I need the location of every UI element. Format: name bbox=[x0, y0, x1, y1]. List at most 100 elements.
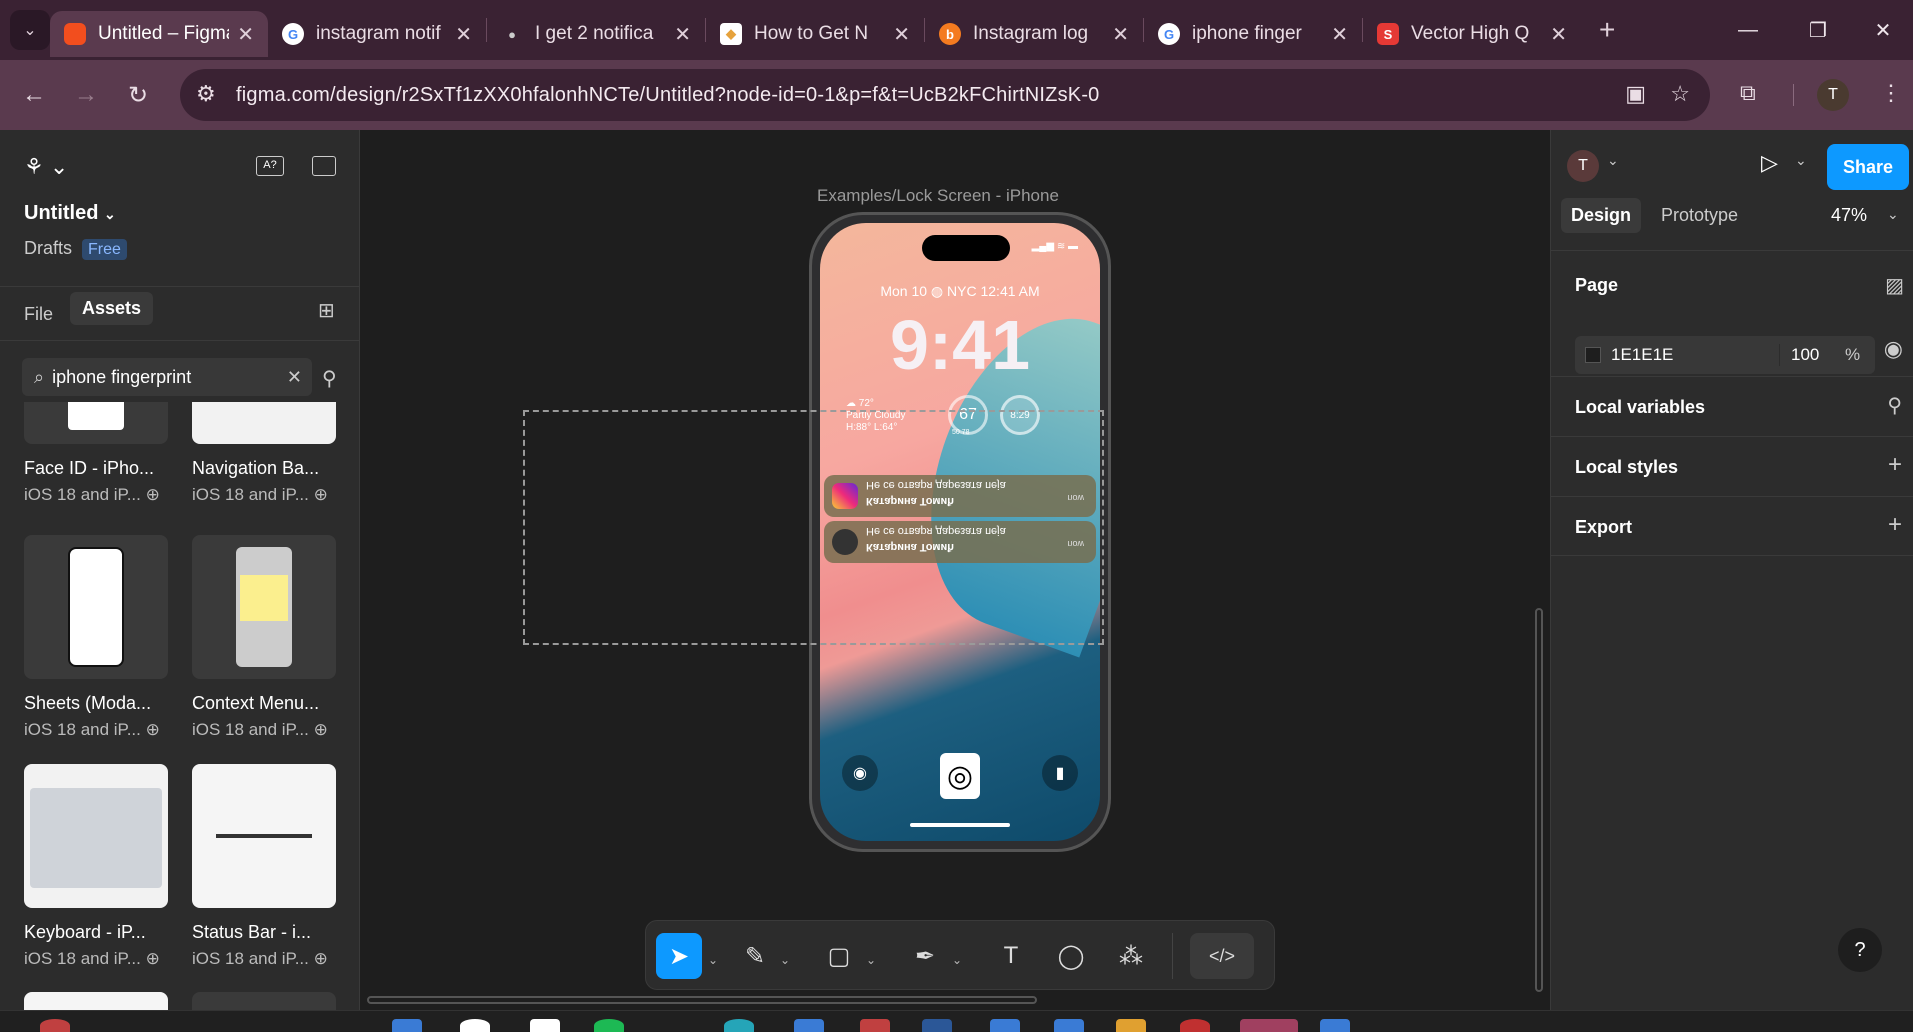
close-window-button[interactable]: ✕ bbox=[1853, 0, 1913, 60]
chevron-down-icon[interactable]: ⌄ bbox=[952, 953, 962, 967]
restore-button[interactable]: ❐ bbox=[1783, 0, 1853, 60]
tab-design[interactable]: Design bbox=[1561, 198, 1642, 233]
page-color-hex[interactable]: 1E1E1E bbox=[1611, 345, 1673, 365]
back-button[interactable]: ← bbox=[8, 81, 60, 109]
vector-pen-icon[interactable]: ✒ bbox=[902, 933, 948, 979]
tab-file[interactable]: File bbox=[24, 298, 53, 331]
present-play-icon[interactable]: ▷ bbox=[1761, 150, 1778, 176]
chrome-icon[interactable] bbox=[1180, 1019, 1210, 1032]
profile-avatar[interactable]: T bbox=[1817, 79, 1849, 111]
reload-button[interactable]: ↻ bbox=[112, 81, 164, 110]
close-icon[interactable]: ✕ bbox=[1112, 22, 1129, 47]
asset-face-id[interactable]: Face ID - iPho... iOS 18 and iP... ⊕ bbox=[24, 402, 168, 505]
asset-next-thumbnail[interactable] bbox=[192, 992, 336, 1010]
share-button[interactable]: Share bbox=[1827, 144, 1909, 190]
text-tool-icon[interactable]: T bbox=[988, 933, 1034, 979]
chevron-down-icon[interactable]: ⌄ bbox=[1607, 152, 1619, 169]
chevron-down-icon[interactable]: ⌄ bbox=[1887, 206, 1899, 223]
visibility-eye-icon[interactable]: ◉ bbox=[1884, 336, 1903, 362]
zoom-level[interactable]: 47% bbox=[1831, 205, 1867, 226]
horizontal-scrollbar[interactable] bbox=[367, 996, 1037, 1004]
taskbar-app-icon[interactable] bbox=[860, 1019, 890, 1032]
user-avatar[interactable]: T bbox=[1567, 150, 1599, 182]
move-tool-icon[interactable]: ➤ bbox=[656, 933, 702, 979]
dev-mode-icon[interactable]: </> bbox=[1190, 933, 1254, 979]
chevron-down-icon[interactable]: ⌄ bbox=[708, 953, 718, 967]
page-opacity[interactable]: 100 bbox=[1791, 345, 1819, 365]
asset-next-thumbnail[interactable] bbox=[24, 992, 168, 1010]
selection-placeholder[interactable] bbox=[523, 410, 1104, 645]
rectangle-tool-icon[interactable]: ▢ bbox=[816, 933, 862, 979]
tab-instagram-notif[interactable]: G instagram notif ✕ bbox=[268, 11, 486, 57]
taskbar-app-icon[interactable] bbox=[40, 1019, 70, 1032]
library-book-icon[interactable]: ⊞ bbox=[318, 298, 335, 323]
taskbar-app-icon[interactable] bbox=[990, 1019, 1020, 1032]
chevron-down-icon[interactable]: ⌄ bbox=[780, 953, 790, 967]
taskbar-active-app-icon[interactable] bbox=[1240, 1019, 1298, 1032]
design-canvas[interactable]: Examples/Lock Screen - iPhone ▂▄▆ ≋ ▬ Mo… bbox=[361, 130, 1549, 1010]
site-settings-icon[interactable]: ⚙ bbox=[196, 81, 216, 107]
tab-iphone-finger[interactable]: G iphone finger ✕ bbox=[1144, 11, 1362, 57]
tab-instagram-login[interactable]: b Instagram log ✕ bbox=[925, 11, 1143, 57]
figma-menu-icon[interactable]: ⚘ ⌄ bbox=[24, 154, 68, 180]
taskbar-app-icon[interactable] bbox=[794, 1019, 824, 1032]
filter-settings-icon[interactable]: ⚲ bbox=[322, 366, 337, 391]
asset-context-menu[interactable]: Context Menu... iOS 18 and iP... ⊕ bbox=[192, 535, 336, 740]
taskbar-app-icon[interactable] bbox=[724, 1019, 754, 1032]
local-variables-section[interactable]: Local variables ⚲ bbox=[1551, 376, 1913, 436]
search-icon[interactable] bbox=[460, 1019, 490, 1032]
page-fill-row[interactable]: 1E1E1E 100 % bbox=[1575, 336, 1875, 374]
add-export-icon[interactable]: + bbox=[1888, 511, 1902, 539]
asset-keyboard[interactable]: Keyboard - iP... iOS 18 and iP... ⊕ bbox=[24, 764, 168, 969]
export-section[interactable]: Export + bbox=[1551, 496, 1913, 556]
windows-start-icon[interactable] bbox=[392, 1019, 422, 1032]
chevron-down-icon[interactable]: ⌄ bbox=[866, 953, 876, 967]
asset-navigation-bar[interactable]: Navigation Ba... iOS 18 and iP... ⊕ bbox=[192, 402, 336, 505]
search-value[interactable]: iphone fingerprint bbox=[52, 367, 191, 388]
close-icon[interactable]: ✕ bbox=[674, 22, 691, 47]
tab-apple[interactable]: ● I get 2 notifica ✕ bbox=[487, 11, 705, 57]
close-icon[interactable]: ✕ bbox=[1550, 22, 1567, 47]
pen-tool-icon[interactable]: ✎ bbox=[732, 933, 778, 979]
variables-settings-icon[interactable]: ⚲ bbox=[1887, 393, 1902, 418]
asset-search-input[interactable]: ⌕ iphone fingerprint ✕ bbox=[22, 358, 312, 396]
extensions-icon[interactable]: ⧉ bbox=[1740, 80, 1756, 106]
close-icon[interactable]: ✕ bbox=[455, 22, 472, 47]
add-style-icon[interactable]: + bbox=[1888, 451, 1902, 479]
asset-status-bar[interactable]: Status Bar - i... iOS 18 and iP... ⊕ bbox=[192, 764, 336, 969]
vertical-scrollbar[interactable] bbox=[1535, 608, 1543, 992]
minimize-button[interactable]: — bbox=[1713, 0, 1783, 60]
more-menu-icon[interactable]: ⋮ bbox=[1880, 80, 1902, 106]
local-styles-section[interactable]: Local styles + bbox=[1551, 436, 1913, 496]
tab-vector[interactable]: S Vector High Q ✕ bbox=[1363, 11, 1581, 57]
tab-figma[interactable]: Untitled – Figma ✕ bbox=[50, 11, 268, 57]
clear-search-icon[interactable]: ✕ bbox=[287, 367, 302, 388]
close-icon[interactable]: ✕ bbox=[237, 22, 254, 47]
frame-label[interactable]: Examples/Lock Screen - iPhone bbox=[817, 186, 1059, 206]
new-tab-button[interactable]: + bbox=[1599, 14, 1615, 46]
taskbar-app-icon[interactable] bbox=[530, 1019, 560, 1032]
address-bar[interactable]: ⚙ figma.com/design/r2SxTf1zXX0hfalonhNCT… bbox=[180, 69, 1710, 121]
help-button[interactable]: ? bbox=[1838, 928, 1882, 972]
ui3-toggle-icon[interactable]: A? bbox=[256, 156, 284, 176]
taskbar-app-icon[interactable] bbox=[1116, 1019, 1146, 1032]
sidebar-toggle-icon[interactable] bbox=[312, 156, 336, 176]
tab-prototype[interactable]: Prototype bbox=[1661, 205, 1738, 226]
spotify-icon[interactable] bbox=[594, 1019, 624, 1032]
tab-assets[interactable]: Assets bbox=[70, 292, 154, 325]
chevron-down-icon[interactable]: ⌄ bbox=[1795, 152, 1807, 169]
tab-how-to[interactable]: ◆ How to Get N ✕ bbox=[706, 11, 924, 57]
file-name[interactable]: Untitled ⌄ bbox=[24, 202, 116, 225]
tab-search-button[interactable]: ⌄ bbox=[10, 10, 50, 50]
taskbar-app-icon[interactable] bbox=[1320, 1019, 1350, 1032]
close-icon[interactable]: ✕ bbox=[893, 22, 910, 47]
page-styles-icon[interactable]: ▨ bbox=[1885, 273, 1904, 298]
bookmark-star-icon[interactable]: ☆ bbox=[1670, 81, 1690, 107]
asset-sheets[interactable]: Sheets (Moda... iOS 18 and iP... ⊕ bbox=[24, 535, 168, 740]
forward-button[interactable]: → bbox=[60, 81, 112, 109]
comment-tool-icon[interactable]: ◯ bbox=[1048, 933, 1094, 979]
taskbar-app-icon[interactable] bbox=[922, 1019, 952, 1032]
taskbar-app-icon[interactable] bbox=[1054, 1019, 1084, 1032]
no-cast-icon[interactable]: ▣ bbox=[1625, 81, 1646, 107]
actions-tool-icon[interactable]: ⁂ bbox=[1108, 933, 1154, 979]
